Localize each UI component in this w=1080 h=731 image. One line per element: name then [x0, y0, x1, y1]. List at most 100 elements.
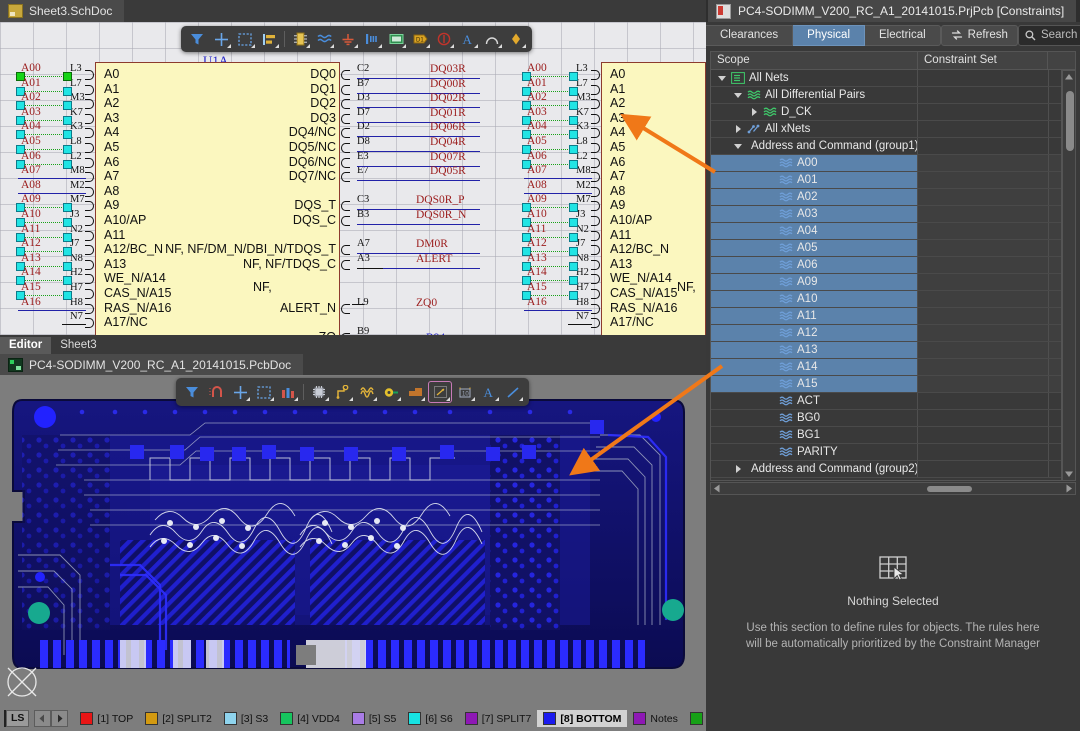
text-icon[interactable]: A [457, 29, 479, 49]
tree-row[interactable]: Address and Command (group1) [711, 138, 1061, 155]
tree-row-constraint-set-cell[interactable] [918, 393, 1049, 409]
tree-row[interactable]: BG1 [711, 427, 1061, 444]
tree-row[interactable]: A09 [711, 274, 1061, 291]
tree-row-constraint-set-cell[interactable] [918, 223, 1049, 239]
tree-row-constraint-set-cell[interactable] [918, 172, 1049, 188]
text-icon[interactable]: A [478, 382, 500, 402]
arc-icon[interactable] [481, 29, 503, 49]
tree-row-constraint-set-cell[interactable] [918, 461, 1049, 477]
no-erc-icon[interactable] [433, 29, 455, 49]
chevron-down-icon[interactable] [733, 90, 743, 100]
filter-icon[interactable] [181, 382, 203, 402]
tree-row[interactable]: All Nets [711, 70, 1061, 87]
tree-row[interactable]: A00 [711, 155, 1061, 172]
pcb-doc-tab[interactable]: PC4-SODIMM_V200_RC_A1_20141015.PcbDoc [0, 354, 304, 375]
schematic-canvas[interactable]: U1A A0 A1 A2 A3 A4 A5 A6 A7 A8 A9 A10/AP A11 A12/BC_… [0, 22, 706, 335]
layer-tab-5[interactable]: [6] S6 [402, 710, 458, 727]
layer-tab-8[interactable]: Notes [627, 710, 683, 727]
polygon-pour-icon[interactable] [404, 382, 426, 402]
scroll-left-arrow-icon[interactable] [713, 483, 721, 494]
tree-row-constraint-set-cell[interactable] [918, 359, 1049, 375]
tree-row-constraint-set-cell[interactable] [918, 376, 1049, 392]
tree-row-constraint-set-cell[interactable] [918, 342, 1049, 358]
tree-row[interactable]: PARITY [711, 444, 1061, 461]
tree-row[interactable]: D_CK [711, 104, 1061, 121]
sheet-symbol-icon[interactable] [385, 29, 407, 49]
tree-row-constraint-set-cell[interactable] [918, 240, 1049, 256]
tab-editor[interactable]: Editor [0, 337, 52, 354]
tree-row-constraint-set-cell[interactable] [918, 410, 1049, 426]
layer-next-button[interactable] [51, 710, 69, 727]
magnet-snap-icon[interactable] [205, 382, 227, 402]
component-icon[interactable] [289, 29, 311, 49]
layer-tab-0[interactable]: [1] TOP [74, 710, 139, 727]
layer-nav[interactable] [34, 710, 69, 727]
tree-row-constraint-set-cell[interactable] [918, 257, 1049, 273]
tree-row[interactable]: ACT [711, 393, 1061, 410]
tree-row[interactable]: BG0 [711, 410, 1061, 427]
tab-electrical[interactable]: Electrical [865, 24, 941, 46]
tree-row-constraint-set-cell[interactable] [918, 70, 1049, 86]
tree-row[interactable]: A11 [711, 308, 1061, 325]
chevron-down-icon[interactable] [733, 141, 743, 151]
layer-tab-4[interactable]: [5] S5 [346, 710, 402, 727]
tree-row[interactable]: A12 [711, 325, 1061, 342]
parameter-icon[interactable] [505, 29, 527, 49]
component-icon[interactable] [308, 382, 330, 402]
pcb-canvas[interactable]: C32 C38C28R43 C33C20C34 C66C30 [0, 375, 706, 706]
schematic-toolbar[interactable]: D1 A [181, 26, 532, 52]
line-icon[interactable] [502, 382, 524, 402]
tree-row-constraint-set-cell[interactable] [918, 274, 1049, 290]
tree-row-constraint-set-cell[interactable] [918, 206, 1049, 222]
align-icon[interactable] [258, 29, 280, 49]
crosshair-place-icon[interactable] [229, 382, 251, 402]
scroll-down-arrow-icon[interactable] [1063, 470, 1075, 478]
layer-tab-2[interactable]: [3] S3 [218, 710, 274, 727]
tree-hscroll-thumb[interactable] [927, 486, 972, 492]
layer-tab-7[interactable]: [8] BOTTOM [537, 710, 628, 727]
constraint-manager-doc-tab[interactable]: PC4-SODIMM_V200_RC_A1_20141015.PrjPcb [C… [708, 0, 1077, 22]
tree-row[interactable]: A15 [711, 376, 1061, 393]
chevron-down-icon[interactable] [717, 73, 727, 83]
layer-stack-icon[interactable] [277, 382, 299, 402]
tree-row[interactable]: A04 [711, 223, 1061, 240]
tree-row[interactable]: A14 [711, 359, 1061, 376]
tab-clearances[interactable]: Clearances [706, 24, 794, 46]
filter-icon[interactable] [186, 29, 208, 49]
layer-prev-button[interactable] [34, 710, 52, 727]
chevron-right-icon[interactable] [749, 107, 759, 117]
tree-row-constraint-set-cell[interactable] [918, 444, 1049, 460]
tree-row[interactable]: A05 [711, 240, 1061, 257]
tree-row[interactable]: A06 [711, 257, 1061, 274]
constraint-scope-tree[interactable]: All Nets All Differential Pairs D_CK All xN… [710, 70, 1062, 481]
tree-vertical-scrollbar[interactable] [1062, 70, 1076, 481]
tree-row-constraint-set-cell[interactable] [918, 189, 1049, 205]
tree-row-constraint-set-cell[interactable] [918, 138, 1049, 154]
net-wave-icon[interactable] [313, 29, 335, 49]
pcb-toolbar[interactable]: 10 A [176, 378, 529, 406]
tree-row-constraint-set-cell[interactable] [918, 325, 1049, 341]
column-header-extra[interactable] [1048, 52, 1075, 69]
net-label-icon[interactable]: D1 [409, 29, 431, 49]
port-icon[interactable] [361, 29, 383, 49]
ground-icon[interactable] [337, 29, 359, 49]
tree-row[interactable]: A10 [711, 291, 1061, 308]
tree-row-constraint-set-cell[interactable] [918, 308, 1049, 324]
select-area-icon[interactable] [253, 382, 275, 402]
tree-row[interactable]: A03 [711, 206, 1061, 223]
schematic-doc-tab[interactable]: Sheet3.SchDoc [0, 0, 125, 22]
tree-row[interactable]: All xNets [711, 121, 1061, 138]
tab-physical[interactable]: Physical [793, 24, 865, 46]
tab-sheet3[interactable]: Sheet3 [51, 337, 106, 354]
tree-row[interactable]: All Differential Pairs [711, 87, 1061, 104]
tree-row[interactable]: Address and Command (group2) [711, 461, 1061, 478]
dimension-icon[interactable] [428, 381, 452, 403]
layer-tab-1[interactable]: [2] SPLIT2 [139, 710, 218, 727]
layer-tab-3[interactable]: [4] VDD4 [274, 710, 346, 727]
via-icon[interactable] [380, 382, 402, 402]
measure-icon[interactable]: 10 [454, 382, 476, 402]
tree-row-constraint-set-cell[interactable] [918, 121, 1049, 137]
tree-horizontal-scrollbar[interactable] [710, 482, 1076, 495]
chevron-right-icon[interactable] [733, 124, 743, 134]
tree-scroll-thumb[interactable] [1066, 91, 1074, 151]
